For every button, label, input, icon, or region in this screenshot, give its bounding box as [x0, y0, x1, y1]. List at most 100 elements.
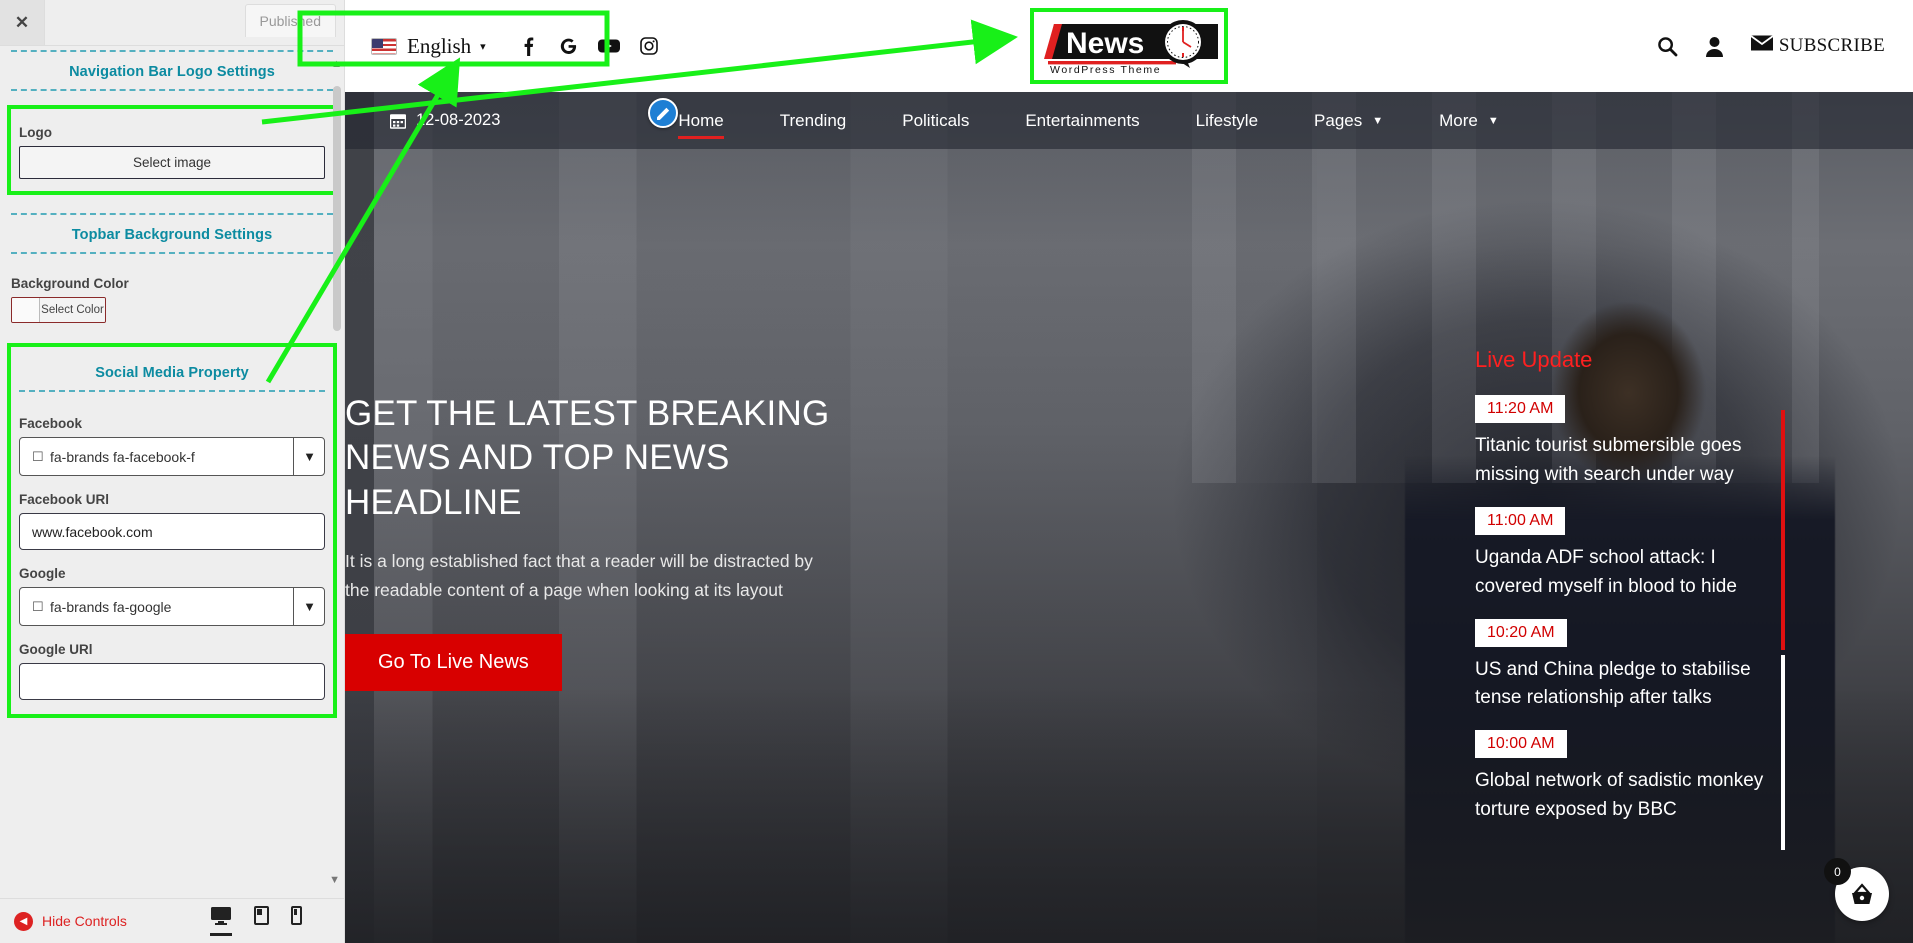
google-icon-select-value[interactable]: ☐ fa-brands fa-google: [19, 587, 325, 626]
customizer-header: ✕ Published: [0, 0, 344, 46]
search-icon[interactable]: [1657, 36, 1678, 57]
hide-controls-button[interactable]: ◀ Hide Controls: [14, 911, 127, 931]
nav-item-entertainments[interactable]: Entertainments: [997, 92, 1167, 149]
language-and-social-group: English ▾: [371, 34, 660, 59]
live-update-item[interactable]: 10:20 AM US and China pledge to stabilis…: [1475, 618, 1765, 714]
google-icon-value: fa-brands fa-google: [50, 598, 172, 615]
svg-text:WordPress Theme: WordPress Theme: [1050, 64, 1161, 74]
nav-menu-items: Home Trending Politicals Entertainments …: [650, 92, 1526, 149]
google-icon-select[interactable]: ☐ fa-brands fa-google ▼: [19, 587, 325, 626]
edit-pencil-icon[interactable]: [648, 98, 678, 128]
google-label: Google: [19, 566, 66, 581]
header-right-actions: SUBSCRIBE: [1657, 35, 1885, 57]
google-icon[interactable]: [558, 35, 580, 57]
customizer-panel: ✕ Published ▲ ▼ Navigation Bar Logo Sett…: [0, 0, 345, 943]
google-url-label: Google URl: [19, 642, 93, 657]
live-update-time: 11:20 AM: [1475, 395, 1566, 423]
live-update-item[interactable]: 11:20 AM Titanic tourist submersible goe…: [1475, 395, 1765, 490]
nav-item-more[interactable]: More ▼: [1411, 92, 1527, 149]
social-icon-row: [518, 35, 660, 57]
nav-date-label: 12-08-2023: [416, 111, 501, 129]
live-update-headline[interactable]: Titanic tourist submersible goes missing…: [1475, 432, 1765, 490]
nav-item-pages[interactable]: Pages ▼: [1286, 92, 1411, 149]
hide-controls-label: Hide Controls: [42, 913, 127, 929]
tablet-preview-icon[interactable]: [254, 906, 269, 936]
section-title-social-media: Social Media Property: [95, 365, 249, 381]
published-button[interactable]: Published: [244, 4, 336, 37]
social-media-property-group: Social Media Property Facebook ☐ fa-bran…: [7, 343, 337, 718]
language-label[interactable]: English: [407, 34, 471, 59]
live-update-time: 10:20 AM: [1475, 618, 1567, 647]
scroll-up-icon[interactable]: ▲: [331, 58, 342, 70]
facebook-icon[interactable]: [518, 35, 540, 57]
live-update-item[interactable]: 10:00 AM Global network of sadistic monk…: [1475, 730, 1765, 825]
svg-text:News: News: [1066, 27, 1144, 60]
mobile-preview-icon[interactable]: [291, 906, 302, 936]
site-logo[interactable]: News WordPress Theme: [1030, 8, 1228, 84]
nav-item-lifestyle[interactable]: Lifestyle: [1168, 92, 1286, 149]
scroll-down-icon[interactable]: ▼: [329, 874, 340, 886]
section-nav-logo-settings: Navigation Bar Logo Settings: [11, 46, 333, 95]
select-color-button[interactable]: Select Color: [40, 298, 105, 322]
nav-item-home-label: Home: [678, 110, 724, 130]
google-glyph-icon: ☐: [32, 598, 44, 614]
facebook-label: Facebook: [19, 416, 83, 431]
calendar-icon: [389, 112, 406, 129]
facebook-glyph-icon: ☐: [32, 448, 44, 464]
facebook-icon-value: fa-brands fa-facebook-f: [50, 448, 195, 465]
nav-item-lifestyle-label: Lifestyle: [1195, 110, 1259, 130]
chevron-down-icon-pages: ▼: [1372, 114, 1384, 127]
background-color-label: Background Color: [11, 276, 129, 291]
go-to-live-news-button[interactable]: Go To Live News: [345, 634, 562, 691]
customizer-footer: ◀ Hide Controls: [0, 898, 344, 943]
youtube-icon[interactable]: [597, 35, 620, 57]
facebook-icon-select-value[interactable]: ☐ fa-brands fa-facebook-f: [19, 437, 325, 476]
live-update-headline[interactable]: Uganda ADF school attack: I covered myse…: [1475, 544, 1765, 602]
chevron-down-icon-google[interactable]: ▼: [293, 587, 325, 626]
nav-item-trending-label: Trending: [779, 110, 847, 130]
section-divider-bottom: [11, 89, 333, 91]
nav-item-politicals[interactable]: Politicals: [874, 92, 997, 149]
chevron-down-icon-more: ▼: [1487, 114, 1499, 127]
live-update-headline[interactable]: Global network of sadistic monkey tortur…: [1475, 767, 1765, 825]
section-divider-top-2: [11, 213, 333, 215]
desktop-preview-icon[interactable]: [210, 906, 232, 936]
color-swatch: [12, 298, 40, 322]
live-update-item[interactable]: 11:00 AM Uganda ADF school attack: I cov…: [1475, 506, 1765, 602]
close-icon[interactable]: ✕: [0, 0, 45, 45]
section-title-nav-logo: Navigation Bar Logo Settings: [69, 64, 275, 80]
background-color-group: Background Color Select Color: [11, 276, 333, 323]
facebook-url-input[interactable]: [19, 513, 325, 550]
nav-item-pages-label: Pages: [1314, 110, 1363, 130]
subscribe-label: SUBSCRIBE: [1778, 35, 1885, 56]
nav-item-entertainments-label: Entertainments: [1025, 110, 1140, 130]
section-divider-top: [11, 50, 333, 52]
live-update-headline[interactable]: US and China pledge to stabilise tense r…: [1475, 656, 1765, 714]
live-update-title: Live Update: [1475, 347, 1593, 372]
chevron-down-icon-language[interactable]: ▾: [480, 40, 486, 53]
customizer-scrollbar[interactable]: [333, 86, 341, 331]
mail-icon: [1750, 35, 1774, 57]
customizer-body: ▲ ▼ Navigation Bar Logo Settings Logo Se…: [0, 46, 344, 898]
google-url-input[interactable]: [19, 663, 325, 700]
google-icon-group: Google ☐ fa-brands fa-google ▼: [19, 566, 325, 626]
logo-label: Logo: [19, 125, 52, 140]
facebook-icon-select[interactable]: ☐ fa-brands fa-facebook-f ▼: [19, 437, 325, 476]
live-update-scrollbar[interactable]: [1781, 410, 1785, 850]
main-navigation: 12-08-2023 Home Trending Politicals Ente…: [345, 92, 1913, 149]
us-flag-icon: [371, 37, 397, 55]
subscribe-button[interactable]: SUBSCRIBE: [1750, 35, 1885, 57]
facebook-url-label: Facebook URl: [19, 492, 110, 507]
select-color-control[interactable]: Select Color: [11, 297, 106, 323]
nav-item-trending[interactable]: Trending: [752, 92, 874, 149]
select-image-button[interactable]: Select image: [19, 146, 325, 179]
instagram-icon[interactable]: [638, 35, 660, 57]
section-divider-social: [19, 390, 325, 392]
site-preview: English ▾ News WordPress Theme SUBSCRIBE…: [345, 0, 1913, 943]
site-topbar: English ▾ News WordPress Theme SUBSCRIBE: [345, 0, 1913, 92]
hero-section: 12-08-2023 Home Trending Politicals Ente…: [345, 92, 1913, 943]
account-icon[interactable]: [1705, 36, 1724, 57]
google-url-group: Google URl: [19, 642, 325, 700]
chevron-down-icon[interactable]: ▼: [293, 437, 325, 476]
nav-item-more-label: More: [1439, 110, 1478, 130]
